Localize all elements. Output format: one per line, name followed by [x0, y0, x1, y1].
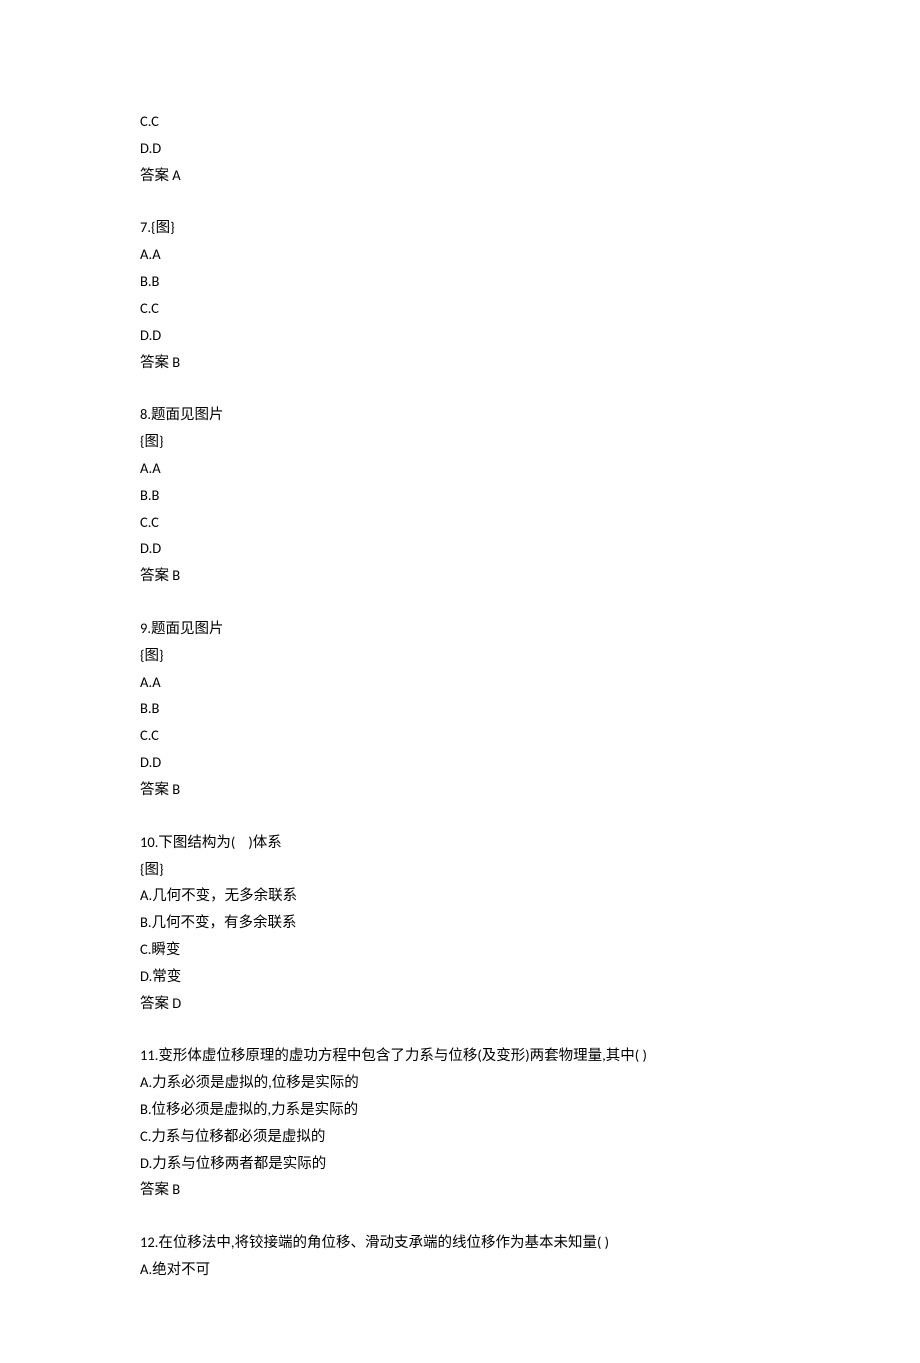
- option-line: C.瞬变: [140, 936, 780, 963]
- answer-line: 答案 B: [140, 562, 780, 589]
- answer-line: 答案 D: [140, 990, 780, 1017]
- question-block: 7.{图} A.A B.B C.C D.D 答案 B: [140, 214, 780, 375]
- option-line: B.B: [140, 482, 780, 509]
- question-block: 8.题面见图片 {图} A.A B.B C.C D.D 答案 B: [140, 401, 780, 589]
- figure-placeholder: {图}: [140, 856, 780, 883]
- option-line: A.A: [140, 241, 780, 268]
- option-line: D.力系与位移两者都是实际的: [140, 1150, 780, 1177]
- question-block: 12.在位移法中,将铰接端的角位移、滑动支承端的线位移作为基本未知量( ) A.…: [140, 1229, 780, 1283]
- option-line: C.C: [140, 295, 780, 322]
- answer-line: 答案 B: [140, 349, 780, 376]
- question-block: 10.下图结构为( )体系 {图} A.几何不变，无多余联系 B.几何不变，有多…: [140, 829, 780, 1017]
- option-line: C.C: [140, 108, 780, 135]
- answer-line: 答案 B: [140, 776, 780, 803]
- option-line: A.A: [140, 669, 780, 696]
- option-line: D.D: [140, 322, 780, 349]
- option-line: D.常变: [140, 963, 780, 990]
- option-line: D.D: [140, 749, 780, 776]
- option-line: D.D: [140, 135, 780, 162]
- question-stem: 7.{图}: [140, 214, 780, 241]
- question-stem: 11.变形体虚位移原理的虚功方程中包含了力系与位移(及变形)两套物理量,其中( …: [140, 1042, 780, 1069]
- option-line: B.位移必须是虚拟的,力系是实际的: [140, 1096, 780, 1123]
- answer-line: 答案 B: [140, 1176, 780, 1203]
- question-stem: 9.题面见图片: [140, 615, 780, 642]
- question-stem: 12.在位移法中,将铰接端的角位移、滑动支承端的线位移作为基本未知量( ): [140, 1229, 780, 1256]
- figure-placeholder: {图}: [140, 642, 780, 669]
- option-line: A.A: [140, 455, 780, 482]
- option-line: A.力系必须是虚拟的,位移是实际的: [140, 1069, 780, 1096]
- option-line: B.B: [140, 268, 780, 295]
- question-block: 9.题面见图片 {图} A.A B.B C.C D.D 答案 B: [140, 615, 780, 803]
- option-line: C.C: [140, 509, 780, 536]
- option-line: C.C: [140, 722, 780, 749]
- option-line: C.力系与位移都必须是虚拟的: [140, 1123, 780, 1150]
- option-line: A.几何不变，无多余联系: [140, 882, 780, 909]
- question-block: C.C D.D 答案 A: [140, 108, 780, 188]
- figure-placeholder: {图}: [140, 428, 780, 455]
- document-page: C.C D.D 答案 A 7.{图} A.A B.B C.C D.D 答案 B …: [0, 0, 920, 1363]
- option-line: A.绝对不可: [140, 1256, 780, 1283]
- option-line: B.几何不变，有多余联系: [140, 909, 780, 936]
- question-stem: 8.题面见图片: [140, 401, 780, 428]
- question-stem: 10.下图结构为( )体系: [140, 829, 780, 856]
- option-line: D.D: [140, 535, 780, 562]
- option-line: B.B: [140, 695, 780, 722]
- answer-line: 答案 A: [140, 162, 780, 189]
- question-block: 11.变形体虚位移原理的虚功方程中包含了力系与位移(及变形)两套物理量,其中( …: [140, 1042, 780, 1203]
